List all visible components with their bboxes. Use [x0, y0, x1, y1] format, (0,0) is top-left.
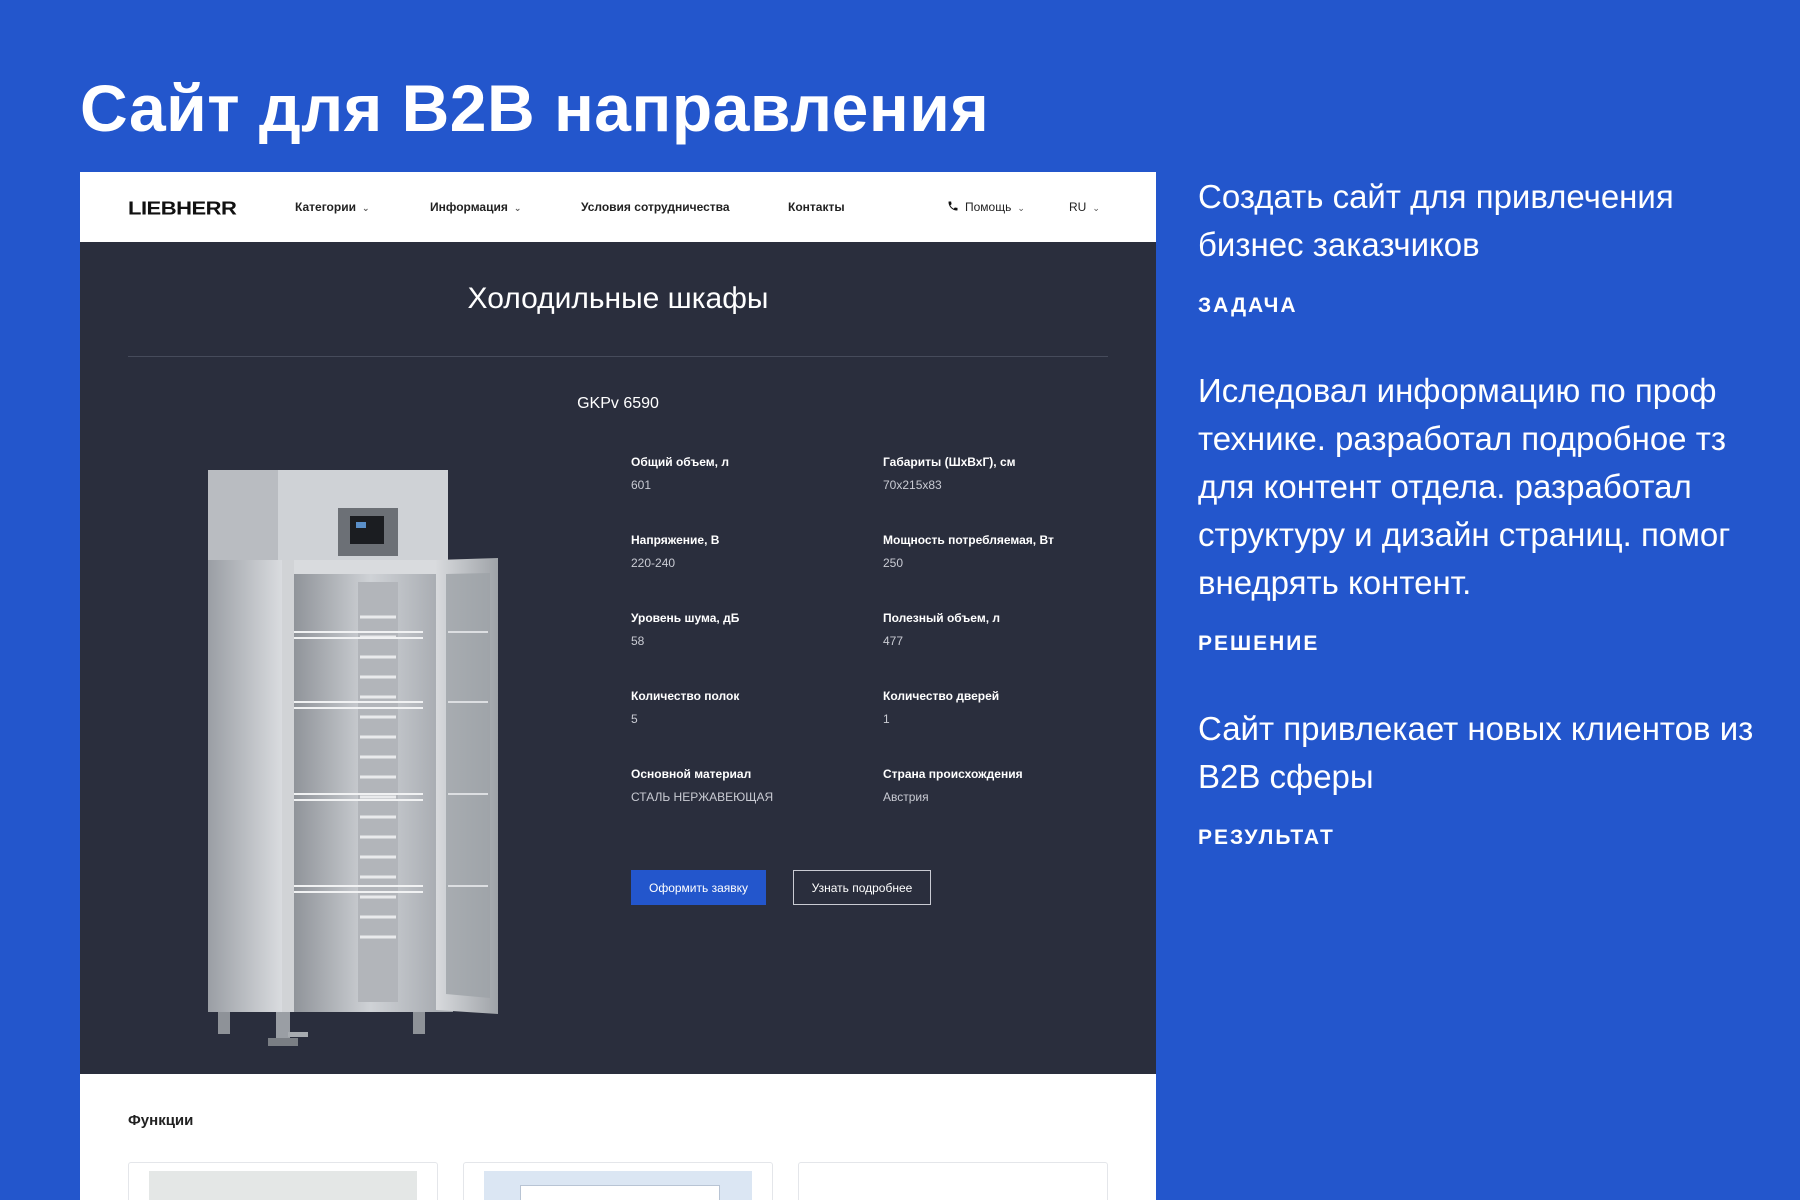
- function-thumbnail: [149, 1171, 417, 1200]
- spec-value: 601: [631, 478, 652, 492]
- divider: [128, 356, 1108, 357]
- nav-information-label: Информация: [430, 200, 508, 214]
- functions-section: Функции: [80, 1074, 1156, 1200]
- nav-contacts[interactable]: Контакты: [788, 200, 845, 214]
- learn-more-button[interactable]: Узнать подробнее: [793, 870, 931, 905]
- spec-label: Количество дверей: [883, 689, 1000, 703]
- spec-shelves: Количество полок 5: [631, 689, 861, 726]
- nav-categories-label: Категории: [295, 200, 356, 214]
- page-title: Сайт для B2B направления: [80, 71, 990, 145]
- spec-label: Мощность потребляемая, Вт: [883, 533, 1054, 547]
- product-hero: Холодильные шкафы GKPv 6590 Общий объем,…: [80, 242, 1156, 1074]
- spec-value: 477: [883, 634, 904, 648]
- spec-label: Уровень шума, дБ: [631, 611, 740, 625]
- function-card[interactable]: [463, 1162, 773, 1200]
- spec-noise: Уровень шума, дБ 58: [631, 611, 861, 648]
- nav-terms[interactable]: Условия сотрудничества: [581, 200, 730, 214]
- spec-total-volume: Общий объем, л 601: [631, 455, 861, 492]
- result-label: РЕЗУЛЬТАТ: [1198, 826, 1335, 849]
- spec-value: 70x215x83: [883, 478, 942, 492]
- chevron-down-icon: ⌄: [1092, 203, 1100, 213]
- site-navbar: LIEBHERR Категории ⌄ Информация ⌄ Условия …: [80, 172, 1156, 242]
- liebherr-logo[interactable]: LIEBHERR: [128, 198, 237, 219]
- category-title: Холодильные шкафы: [467, 282, 769, 315]
- spec-label: Габариты (ШхВхГ), см: [883, 455, 1016, 469]
- spec-value: 220-240: [631, 556, 676, 570]
- spec-value: 5: [631, 712, 638, 726]
- nav-categories[interactable]: Категории ⌄: [295, 200, 370, 214]
- nav-help-label: Помощь: [965, 200, 1012, 214]
- chevron-down-icon: ⌄: [1017, 203, 1025, 213]
- spec-material: Основной материал СТАЛЬ НЕРЖАВЕЮЩАЯ: [631, 767, 861, 804]
- phone-icon: [948, 201, 958, 211]
- chevron-down-icon: ⌄: [361, 203, 370, 213]
- task-text: Создать сайт для привлечения бизнес зака…: [1198, 178, 1674, 263]
- solution-text: Иследовал информацию по проф технике. ра…: [1198, 372, 1731, 601]
- spec-label: Напряжение, В: [631, 533, 720, 547]
- spec-dimensions: Габариты (ШхВхГ), см 70x215x83: [883, 455, 1113, 492]
- function-card[interactable]: [798, 1162, 1108, 1200]
- solution-label: РЕШЕНИЕ: [1198, 632, 1320, 655]
- nav-help[interactable]: Помощь ⌄: [947, 200, 1025, 214]
- spec-label: Основной материал: [631, 767, 752, 781]
- spec-value: Австрия: [883, 790, 929, 804]
- order-button[interactable]: Оформить заявку: [631, 870, 766, 905]
- spec-country: Страна происхождения Австрия: [883, 767, 1113, 804]
- spec-value: 250: [883, 556, 904, 570]
- spec-value: СТАЛЬ НЕРЖАВЕЮЩАЯ: [631, 790, 774, 804]
- website-mockup: LIEBHERR Категории ⌄ Информация ⌄ Условия …: [80, 172, 1156, 1200]
- task-label: ЗАДАЧА: [1198, 294, 1298, 317]
- spec-label: Общий объем, л: [631, 455, 729, 469]
- language-select[interactable]: RU ⌄: [1069, 200, 1100, 214]
- thumbnail-window: [520, 1185, 720, 1200]
- spec-label: Полезный объем, л: [883, 611, 1000, 625]
- function-thumbnail: [484, 1171, 752, 1200]
- spec-value: 1: [883, 712, 890, 726]
- spec-label: Количество полок: [631, 689, 740, 703]
- chevron-down-icon: ⌄: [513, 203, 522, 213]
- spec-value: 58: [631, 634, 645, 648]
- spec-voltage: Напряжение, В 220-240: [631, 533, 861, 570]
- fridge-image: [208, 470, 498, 1046]
- function-card[interactable]: [128, 1162, 438, 1200]
- result-text: Сайт привлекает новых клиентов из B2B сф…: [1198, 710, 1754, 795]
- spec-label: Страна происхождения: [883, 767, 1023, 781]
- spec-power: Мощность потребляемая, Вт 250: [883, 533, 1113, 570]
- functions-title: Функции: [128, 1112, 194, 1129]
- language-label: RU: [1069, 200, 1087, 214]
- nav-information[interactable]: Информация ⌄: [430, 200, 521, 214]
- product-model: GKPv 6590: [577, 395, 659, 412]
- spec-doors: Количество дверей 1: [883, 689, 1113, 726]
- spec-useful-volume: Полезный объем, л 477: [883, 611, 1113, 648]
